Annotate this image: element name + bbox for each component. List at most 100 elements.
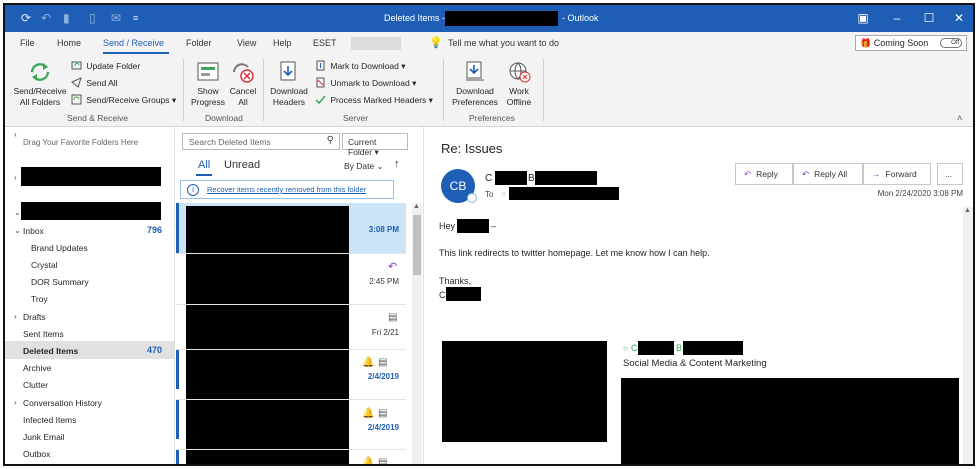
redacted-account-1 <box>21 167 161 186</box>
folder-archive[interactable]: Archive <box>23 363 51 373</box>
customize-icon[interactable]: ≡ <box>133 13 138 23</box>
send-all-button[interactable]: Send All <box>71 77 118 88</box>
message-list-scrollbar[interactable]: ▲ <box>412 203 422 464</box>
cancel-all-button[interactable]: Cancel All <box>227 60 259 108</box>
chevron-down-icon: ▾ <box>171 95 177 105</box>
reply-button[interactable]: ↶ Reply <box>735 163 793 185</box>
scroll-up-icon[interactable]: ▲ <box>964 207 971 214</box>
unread-indicator <box>176 399 179 439</box>
scroll-up-icon[interactable]: ▲ <box>413 203 420 210</box>
sync-icon[interactable]: ⟳ <box>21 11 31 25</box>
reply-all-button[interactable]: ↶ Reply All <box>793 163 863 185</box>
trash-icon[interactable]: ▮ <box>63 11 70 25</box>
tab-home[interactable]: Home <box>57 38 81 48</box>
folder-drafts[interactable]: Drafts <box>23 312 46 322</box>
folder-clutter[interactable]: Clutter <box>23 380 48 390</box>
folder-conversation-history[interactable]: Conversation History <box>23 398 102 408</box>
folder-brand-updates[interactable]: Brand Updates <box>31 243 88 253</box>
collapse-ribbon-icon[interactable]: ˄ <box>957 113 962 123</box>
send-receive-groups-button[interactable]: Send/Receive Groups ▾ <box>71 94 176 106</box>
tell-me-box[interactable]: Tell me what you want to do <box>448 38 559 48</box>
chevron-right-icon[interactable]: › <box>14 398 17 407</box>
filter-all[interactable]: All <box>198 159 210 171</box>
tab-file[interactable]: File <box>20 38 35 48</box>
coming-soon-toggle[interactable]: 🎁 Coming Soon Off <box>855 35 967 51</box>
more-actions-button[interactable]: ... <box>937 163 963 185</box>
sort-label: By Date <box>344 161 375 171</box>
chevron-down-icon[interactable]: ⌄ <box>14 208 21 217</box>
clip-icon[interactable]: ▯ <box>89 11 96 25</box>
redacted-signature-last <box>683 341 743 355</box>
process-marked-headers-button[interactable]: Process Marked Headers ▾ <box>315 94 433 106</box>
search-icon[interactable]: ⚲ <box>327 135 334 146</box>
chevron-down-icon[interactable]: ⌄ <box>14 226 21 235</box>
message-time: 3:08 PM <box>368 225 399 234</box>
send-receive-all-button[interactable]: Send/Receive All Folders <box>13 60 67 108</box>
send-receive-label-2: All Folders <box>19 97 61 107</box>
tab-folder[interactable]: Folder <box>186 38 212 48</box>
work-offline-button[interactable]: Work Offline <box>503 60 535 108</box>
envelope-icon[interactable]: ✉ <box>111 11 121 25</box>
folder-outbox[interactable]: Outbox <box>23 449 50 459</box>
redacted-account-2 <box>21 202 161 220</box>
reading-pane: Re: Issues C B C B To ○ ↶ Reply ↶ Reply All… <box>425 127 973 464</box>
tab-send-receive[interactable]: Send / Receive <box>103 38 164 48</box>
search-input[interactable]: Search Deleted Items ⚲ <box>182 133 340 150</box>
folder-dor-summary[interactable]: DOR Summary <box>31 277 89 287</box>
cancel-all-label-2: All <box>238 97 248 107</box>
show-progress-button[interactable]: Show Progress <box>189 60 227 108</box>
folder-inbox[interactable]: Inbox <box>23 226 44 236</box>
chevron-down-icon: ▾ <box>412 78 417 88</box>
download-preferences-button[interactable]: Download Preferences <box>447 60 503 108</box>
title-bar: ⟳ ↶ ▮ ▯ ✉ ≡ Deleted Items - - Outlook ▣ … <box>5 5 973 32</box>
scroll-thumb[interactable] <box>413 215 421 275</box>
tab-help[interactable]: Help <box>273 38 292 48</box>
sort-direction-icon[interactable]: ↑ <box>394 158 400 170</box>
unmark-to-download-button[interactable]: Unmark to Download ▾ <box>315 77 416 89</box>
chevron-down-icon: ▾ <box>374 147 379 157</box>
chevron-right-icon[interactable]: › <box>14 173 17 182</box>
folder-sent-items[interactable]: Sent Items <box>23 329 64 339</box>
folder-infected-items[interactable]: Infected Items <box>23 415 76 425</box>
sender-initial[interactable]: C <box>485 173 492 184</box>
folder-deleted-items[interactable]: Deleted Items <box>23 346 78 356</box>
folder-troy[interactable]: Troy <box>31 294 48 304</box>
reading-pane-scrollbar[interactable]: ▲ <box>963 207 973 464</box>
ribbon-divider <box>263 59 264 121</box>
cancel-icon <box>233 63 254 83</box>
redacted-signature-first <box>638 341 674 355</box>
undo-icon[interactable]: ↶ <box>41 11 51 25</box>
message-divider <box>176 304 406 305</box>
unread-indicator <box>176 349 179 389</box>
forwarded-icon: ▤ <box>388 312 398 323</box>
filter-unread[interactable]: Unread <box>224 159 260 171</box>
chevron-right-icon[interactable]: › <box>14 312 17 321</box>
redacted-name <box>457 219 489 233</box>
search-scope-select[interactable]: Current Folder ▾ <box>342 133 408 157</box>
sort-by-date[interactable]: By Date ⌄ <box>344 161 384 172</box>
tab-eset[interactable]: ESET <box>313 38 337 48</box>
minimize-icon[interactable]: – <box>886 9 908 27</box>
update-folder-icon <box>71 61 82 70</box>
restore-icon[interactable]: ▣ <box>852 9 874 27</box>
forward-button[interactable]: → Forward <box>863 163 931 185</box>
close-icon[interactable]: ✕ <box>948 9 970 27</box>
recover-items-link[interactable]: i Recover items recently removed from th… <box>180 180 394 199</box>
send-receive-icon <box>30 63 50 81</box>
tab-view[interactable]: View <box>237 38 256 48</box>
toggle-switch[interactable]: Off <box>940 38 962 48</box>
download-headers-label-1: Download <box>270 86 308 96</box>
chevron-down-icon: ▾ <box>401 61 406 71</box>
folder-crystal[interactable]: Crystal <box>31 260 57 270</box>
message-date: Mon 2/24/2020 3:08 PM <box>877 189 963 198</box>
maximize-icon[interactable]: ☐ <box>918 9 940 27</box>
mark-download-icon <box>316 60 325 71</box>
mark-to-download-button[interactable]: Mark to Download ▾ <box>315 60 406 72</box>
reply-all-label: Reply All <box>814 169 848 179</box>
collapse-icon[interactable]: ‹ <box>14 130 17 139</box>
message-time: 2/4/2019 <box>367 372 399 381</box>
download-headers-button[interactable]: Download Headers <box>267 60 311 108</box>
update-folder-button[interactable]: Update Folder <box>71 60 140 71</box>
folder-junk-email[interactable]: Junk Email <box>23 432 65 442</box>
sender-last-initial[interactable]: B <box>528 173 535 184</box>
